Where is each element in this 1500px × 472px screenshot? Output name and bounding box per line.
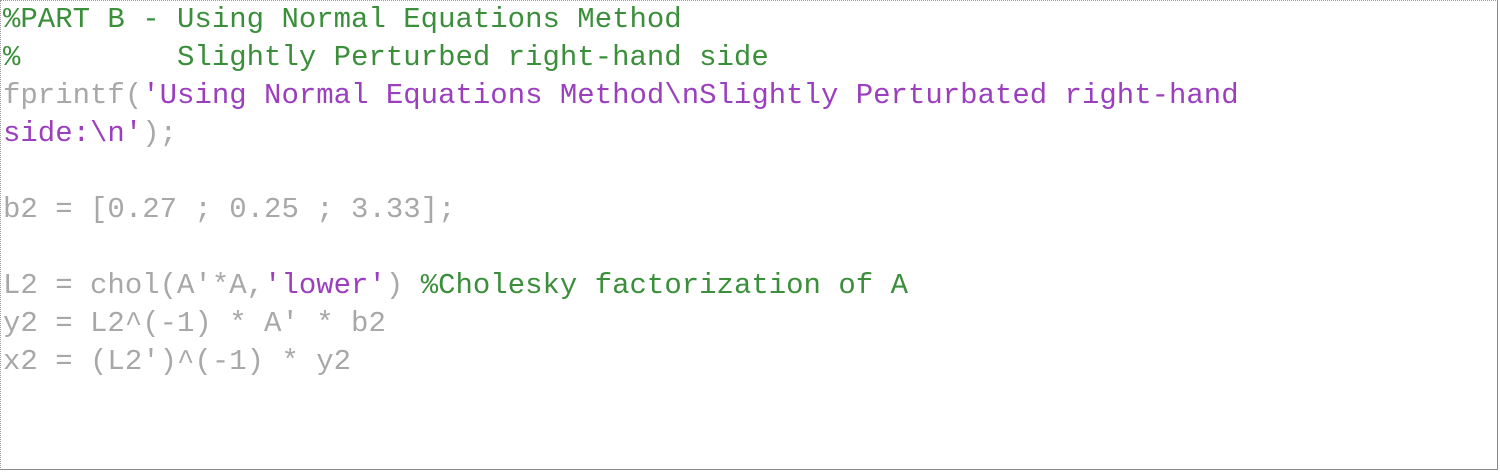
code-editor[interactable]: %PART B - Using Normal Equations Method%…: [0, 0, 1498, 470]
code-line[interactable]: [3, 229, 1493, 267]
code-line[interactable]: y2 = L2^(-1) * A' * b2: [3, 305, 1493, 343]
code-text-area[interactable]: %PART B - Using Normal Equations Method%…: [3, 1, 1493, 381]
code-comment: % Slightly Perturbed right-hand side: [3, 41, 769, 74]
code-token: fprintf(: [3, 79, 143, 112]
code-line[interactable]: fprintf('Using Normal Equations Method\n…: [3, 77, 1493, 115]
code-line[interactable]: L2 = chol(A'*A,'lower') %Cholesky factor…: [3, 267, 1493, 305]
code-token: y2 = L2^(-1) * A' * b2: [3, 307, 386, 340]
code-line[interactable]: % Slightly Perturbed right-hand side: [3, 39, 1493, 77]
code-token: x2 = (L2')^(-1) * y2: [3, 345, 352, 378]
code-comment: %PART B - Using Normal Equations Method: [3, 3, 682, 36]
code-string-literal: side:\n': [3, 117, 143, 150]
code-line[interactable]: b2 = [0.27 ; 0.25 ; 3.33];: [3, 191, 1493, 229]
code-token: L2 = chol(A'*A,: [3, 269, 265, 302]
code-string-literal: 'lower': [264, 269, 386, 302]
code-token: ): [385, 269, 421, 302]
code-line[interactable]: [3, 153, 1493, 191]
code-token: b2 = [0.27 ; 0.25 ; 3.33];: [3, 193, 456, 226]
code-token: );: [142, 117, 178, 150]
code-line[interactable]: %PART B - Using Normal Equations Method: [3, 1, 1493, 39]
code-string-literal: 'Using Normal Equations Method\nSlightly…: [142, 79, 1239, 112]
code-comment: %Cholesky factorization of A: [420, 269, 908, 302]
code-line[interactable]: x2 = (L2')^(-1) * y2: [3, 343, 1493, 381]
code-line[interactable]: side:\n');: [3, 115, 1493, 153]
